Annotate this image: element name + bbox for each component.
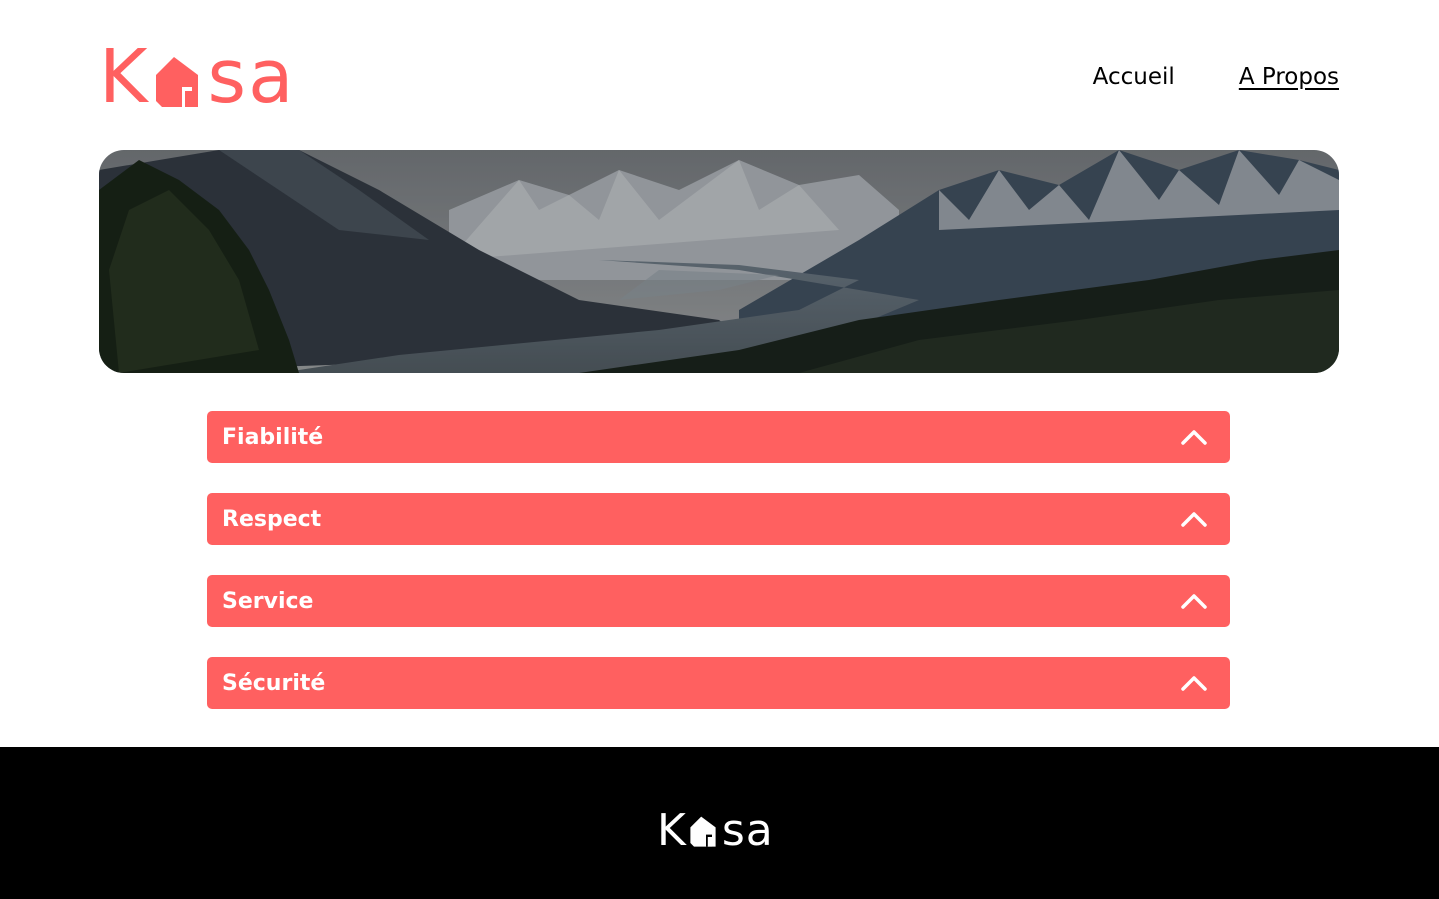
- footer-logo-letters-sa: sa: [721, 805, 774, 856]
- logo-letters-sa: sa: [207, 34, 296, 120]
- collapse-fiabilite[interactable]: Fiabilité: [207, 411, 1230, 463]
- main-nav: Accueil A Propos: [1093, 64, 1339, 90]
- nav-link-a-propos[interactable]: A Propos: [1239, 64, 1339, 90]
- values-accordion: Fiabilité Respect Service Sécurité: [207, 411, 1230, 739]
- mountain-landscape-image: [99, 150, 1339, 373]
- chevron-up-icon[interactable]: [1180, 428, 1208, 446]
- collapse-title: Fiabilité: [222, 424, 324, 450]
- house-icon: [152, 53, 202, 114]
- collapse-title: Respect: [222, 506, 322, 532]
- chevron-up-icon[interactable]: [1180, 674, 1208, 692]
- collapse-respect[interactable]: Respect: [207, 493, 1230, 545]
- nav-link-accueil[interactable]: Accueil: [1093, 64, 1175, 90]
- collapse-title: Sécurité: [222, 670, 326, 696]
- about-banner: [99, 150, 1339, 373]
- site-footer: K sa: [0, 747, 1439, 899]
- collapse-title: Service: [222, 588, 314, 614]
- kasa-logo[interactable]: K sa: [99, 40, 295, 114]
- footer-kasa-logo: K sa: [657, 809, 774, 853]
- chevron-up-icon[interactable]: [1180, 510, 1208, 528]
- collapse-service[interactable]: Service: [207, 575, 1230, 627]
- footer-logo-letter-k: K: [657, 805, 687, 856]
- collapse-securite[interactable]: Sécurité: [207, 657, 1230, 709]
- site-header: K sa Accueil A Propos: [99, 40, 1339, 115]
- house-icon: [688, 814, 718, 853]
- chevron-up-icon[interactable]: [1180, 592, 1208, 610]
- logo-letter-k: K: [99, 34, 150, 120]
